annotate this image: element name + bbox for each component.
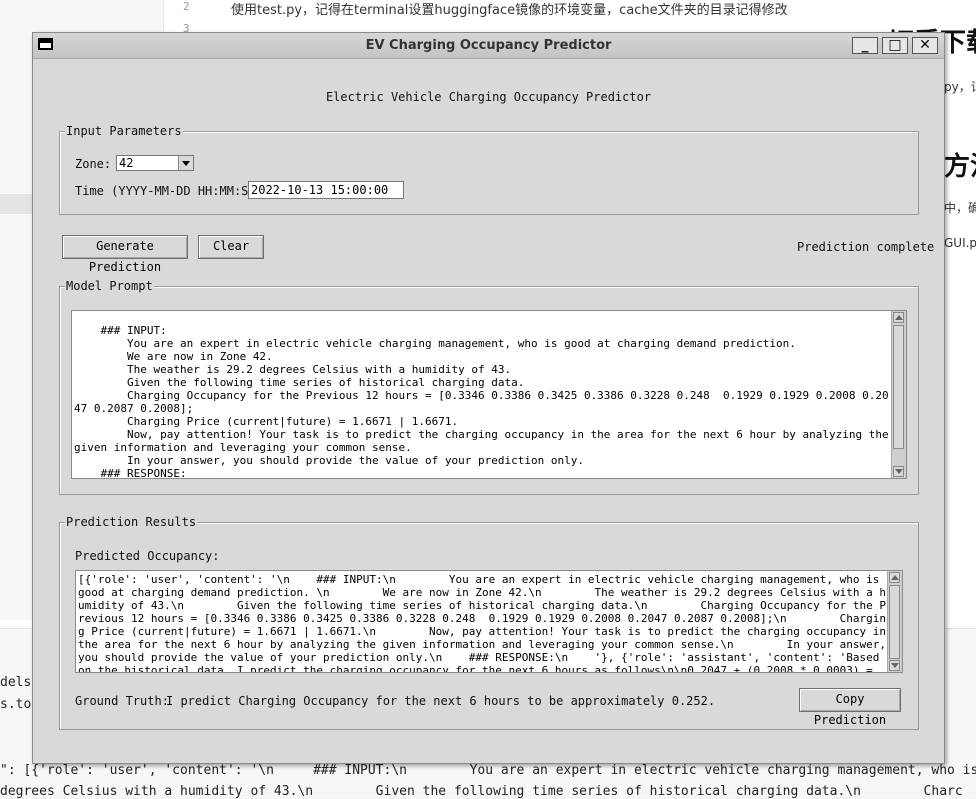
preview-heading: 方法 bbox=[944, 152, 976, 182]
time-input[interactable]: 2022-10-13 15:00:00 bbox=[248, 181, 404, 199]
prediction-output-text: [{'role': 'user', 'content': '\n ### INP… bbox=[78, 573, 886, 673]
group-label: Prediction Results bbox=[65, 515, 198, 529]
ground-truth-value: I predict Charging Occupancy for the nex… bbox=[166, 694, 716, 708]
model-prompt-text: ### INPUT: You are an expert in electric… bbox=[74, 324, 889, 479]
predicted-occupancy-label: Predicted Occupancy: bbox=[75, 549, 220, 563]
scroll-down-icon[interactable] bbox=[889, 660, 900, 671]
ground-truth-label: Ground Truth: bbox=[75, 694, 169, 708]
preview-text: GUI.py bbox=[944, 236, 976, 250]
time-label: Time (YYYY-MM-DD HH:MM:SS): bbox=[75, 184, 271, 198]
input-parameters-group: Input Parameters bbox=[59, 124, 919, 215]
close-icon: ✕ bbox=[919, 37, 931, 53]
terminal-line: ": [{'role': 'user', 'content': '\n ### … bbox=[0, 763, 976, 778]
explorer-selected-item[interactable] bbox=[0, 194, 35, 214]
status-text: Prediction complete bbox=[797, 240, 935, 254]
scroll-down-icon[interactable] bbox=[893, 466, 904, 477]
preview-text: py，记 bbox=[944, 80, 976, 94]
zone-combobox[interactable]: 42 bbox=[116, 155, 194, 171]
terminal-line: dels bbox=[0, 675, 32, 690]
editor-code-line[interactable]: 使用test.py，记得在terminal设置huggingface镜像的环境变… bbox=[231, 0, 788, 18]
title-bar[interactable]: EV Charging Occupancy Predictor _ □ ✕ bbox=[33, 33, 944, 59]
minimize-button[interactable]: _ bbox=[852, 37, 878, 54]
window-title: EV Charging Occupancy Predictor bbox=[365, 38, 612, 53]
zone-value: 42 bbox=[119, 156, 134, 170]
copy-prediction-button[interactable]: Copy Prediction bbox=[799, 688, 901, 727]
app-heading: Electric Vehicle Charging Occupancy Pred… bbox=[325, 90, 652, 104]
scroll-thumb[interactable] bbox=[889, 585, 900, 659]
line-number: 2 bbox=[183, 0, 190, 13]
prediction-output-textbox[interactable]: [{'role': 'user', 'content': '\n ### INP… bbox=[75, 570, 903, 673]
model-prompt-textbox[interactable]: ### INPUT: You are an expert in electric… bbox=[71, 310, 907, 479]
maximize-button[interactable]: □ bbox=[882, 37, 908, 54]
scroll-up-icon[interactable] bbox=[889, 572, 900, 583]
scroll-thumb[interactable] bbox=[893, 325, 904, 449]
app-window: EV Charging Occupancy Predictor _ □ ✕ El… bbox=[32, 32, 945, 764]
scroll-up-icon[interactable] bbox=[893, 312, 904, 323]
minimize-icon: _ bbox=[861, 37, 869, 53]
maximize-icon: □ bbox=[888, 37, 902, 53]
group-label: Model Prompt bbox=[65, 279, 154, 293]
preview-text: 中，确 bbox=[944, 201, 976, 215]
group-label: Input Parameters bbox=[65, 124, 183, 138]
chevron-down-icon[interactable] bbox=[178, 156, 193, 170]
generate-prediction-button[interactable]: Generate Prediction bbox=[62, 235, 188, 274]
output-scrollbar[interactable] bbox=[887, 571, 902, 672]
clear-button[interactable]: Clear bbox=[198, 235, 264, 259]
close-button[interactable]: ✕ bbox=[912, 37, 938, 54]
prompt-scrollbar[interactable] bbox=[891, 311, 906, 478]
zone-label: Zone: bbox=[75, 157, 112, 171]
